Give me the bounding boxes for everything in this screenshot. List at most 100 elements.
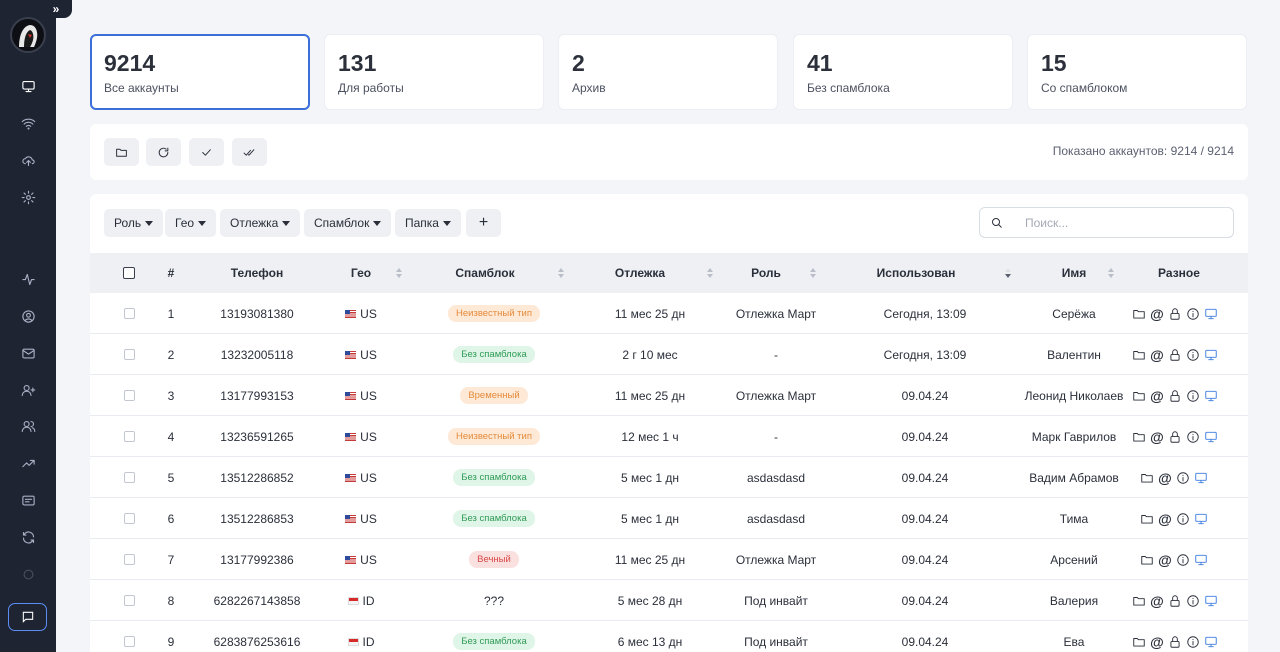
monitor-icon[interactable] [1194, 512, 1208, 526]
lock-icon[interactable] [1168, 430, 1182, 444]
folder-icon[interactable] [1140, 471, 1154, 485]
table-row[interactable]: 8 6282267143858 ID??? 5 мес 28 дн Под инвайт… [90, 580, 1248, 621]
row-checkbox[interactable] [123, 595, 135, 606]
column-header-name[interactable]: Имя [1028, 253, 1120, 293]
folder-button[interactable] [104, 138, 139, 166]
lock-icon[interactable] [1168, 389, 1182, 403]
info-icon[interactable] [1186, 348, 1200, 362]
at-sign-icon[interactable]: @ [1150, 430, 1164, 444]
sidebar-item-proxy[interactable] [14, 109, 42, 137]
folder-icon[interactable] [1132, 430, 1146, 444]
sidebar-item-upload[interactable] [14, 146, 42, 174]
table-row[interactable]: 3 13177993153 US Временный 11 мес 25 дн Отлеж… [90, 375, 1248, 416]
row-checkbox[interactable] [123, 554, 135, 565]
column-header-used[interactable]: Использован [858, 253, 1011, 293]
monitor-icon[interactable] [1204, 430, 1218, 444]
check-all-button[interactable] [232, 138, 267, 166]
filter-geo[interactable]: Гео [165, 209, 217, 237]
info-icon[interactable] [1186, 430, 1200, 444]
sidebar-item-cards[interactable] [14, 486, 42, 514]
sidebar-item-sync[interactable] [14, 523, 42, 551]
table-row[interactable]: 5 13512286852 US Без спамблока 5 мес 1 дн asd… [90, 457, 1248, 498]
at-sign-icon[interactable]: @ [1150, 307, 1164, 321]
column-header-number[interactable]: # [156, 253, 186, 293]
monitor-icon[interactable] [1204, 389, 1218, 403]
at-sign-icon[interactable]: @ [1158, 512, 1172, 526]
monitor-icon[interactable] [1204, 635, 1218, 649]
info-icon[interactable] [1176, 512, 1190, 526]
column-header-age[interactable]: Отлежка [590, 253, 713, 293]
filter-folder[interactable]: Папка [395, 209, 461, 237]
sidebar-item-accounts[interactable] [14, 72, 42, 100]
info-icon[interactable] [1186, 389, 1200, 403]
info-icon[interactable] [1176, 471, 1190, 485]
column-header-role[interactable]: Роль [726, 253, 816, 293]
folder-icon[interactable] [1132, 348, 1146, 362]
stat-card-all[interactable]: 9214 Все аккаунты [90, 34, 310, 110]
at-sign-icon[interactable]: @ [1150, 594, 1164, 608]
sidebar-item-settings[interactable] [14, 183, 42, 211]
filter-age[interactable]: Отлежка [220, 209, 301, 237]
info-icon[interactable] [1176, 553, 1190, 567]
at-sign-icon[interactable]: @ [1150, 348, 1164, 362]
refresh-button[interactable] [146, 138, 181, 166]
folder-icon[interactable] [1132, 307, 1146, 321]
lock-icon[interactable] [1168, 307, 1182, 321]
table-row[interactable]: 7 13177992386 US Вечный 11 мес 25 дн Отлежка … [90, 539, 1248, 580]
at-sign-icon[interactable]: @ [1150, 389, 1164, 403]
stat-card-no-spamblock[interactable]: 41 Без спамблока [793, 34, 1013, 110]
row-checkbox[interactable] [123, 349, 135, 360]
monitor-icon[interactable] [1204, 348, 1218, 362]
search-input[interactable] [1025, 215, 1205, 230]
row-checkbox[interactable] [123, 636, 135, 647]
row-checkbox[interactable] [123, 308, 135, 319]
row-checkbox[interactable] [123, 472, 135, 483]
folder-icon[interactable] [1132, 635, 1146, 649]
lock-icon[interactable] [1168, 348, 1182, 362]
sidebar-item-add-user[interactable] [14, 376, 42, 404]
select-all-checkbox[interactable] [123, 267, 135, 279]
check-button[interactable] [189, 138, 224, 166]
sidebar-item-stats[interactable] [14, 449, 42, 477]
column-header-geo[interactable]: Гео [326, 253, 402, 293]
folder-icon[interactable] [1132, 594, 1146, 608]
info-icon[interactable] [1186, 307, 1200, 321]
at-sign-icon[interactable]: @ [1150, 635, 1164, 649]
stat-card-archive[interactable]: 2 Архив [558, 34, 778, 110]
monitor-icon[interactable] [1204, 307, 1218, 321]
row-checkbox[interactable] [123, 390, 135, 401]
chat-button[interactable] [8, 603, 47, 631]
monitor-icon[interactable] [1204, 594, 1218, 608]
monitor-icon[interactable] [1194, 553, 1208, 567]
sidebar-expand-button[interactable]: » [40, 0, 72, 18]
table-row[interactable]: 9 6283876253616 ID Без спамблока 6 мес 13 дн… [90, 621, 1248, 652]
folder-icon[interactable] [1132, 389, 1146, 403]
table-row[interactable]: 1 13193081380 US Неизвестный тип 11 мес 25 д… [90, 293, 1248, 334]
info-icon[interactable] [1186, 594, 1200, 608]
row-checkbox[interactable] [123, 513, 135, 524]
table-row[interactable]: 6 13512286853 US Без спамблока 5 мес 1 дн asd… [90, 498, 1248, 539]
sidebar-item-mail[interactable] [14, 339, 42, 367]
column-header-spamblock[interactable]: Спамблок [430, 253, 564, 293]
table-row[interactable]: 4 13236591265 US Неизвестный тип 12 мес 1 ч -… [90, 416, 1248, 457]
filter-role[interactable]: Роль [104, 209, 164, 237]
monitor-icon[interactable] [1194, 471, 1208, 485]
lock-icon[interactable] [1168, 635, 1182, 649]
info-icon[interactable] [1186, 635, 1200, 649]
sidebar-item-activity[interactable] [14, 265, 42, 293]
at-sign-icon[interactable]: @ [1158, 553, 1172, 567]
lock-icon[interactable] [1168, 594, 1182, 608]
column-header-phone[interactable]: Телефон [196, 253, 318, 293]
table-row[interactable]: 2 13232005118 US Без спамблока 2 г 10 мес - Се… [90, 334, 1248, 375]
folder-icon[interactable] [1140, 553, 1154, 567]
filter-spamblock[interactable]: Спамблок [304, 209, 392, 237]
add-filter-button[interactable]: + [466, 209, 501, 237]
sidebar-item-users[interactable] [14, 412, 42, 440]
row-checkbox[interactable] [123, 431, 135, 442]
sidebar-item-profile[interactable] [14, 302, 42, 330]
at-sign-icon[interactable]: @ [1158, 471, 1172, 485]
stat-card-work[interactable]: 131 Для работы [324, 34, 544, 110]
row-select-cell [115, 539, 143, 580]
stat-card-spamblock[interactable]: 15 Со спамблоком [1027, 34, 1247, 110]
folder-icon[interactable] [1140, 512, 1154, 526]
